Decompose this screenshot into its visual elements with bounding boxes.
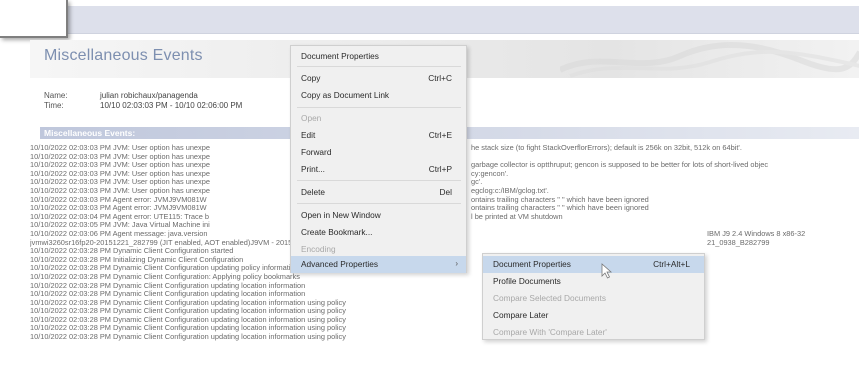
page-title: Miscellaneous Events bbox=[44, 47, 203, 64]
chevron-right-icon: › bbox=[455, 259, 458, 268]
menu-item-label: Profile Documents bbox=[493, 276, 561, 286]
menu-item-label: Edit bbox=[301, 130, 316, 140]
log-line: 10/10/2022 02:03:28 PM Dynamic Client Co… bbox=[30, 298, 346, 307]
submenu-item-compare-selected-documents[interactable]: Compare Selected Documents bbox=[483, 290, 704, 307]
log-line-fragment: he stack size (to fight StackOverflorErr… bbox=[471, 143, 742, 152]
menu-item-label: Compare With 'Compare Later' bbox=[493, 327, 607, 337]
log-line-fragment: l be printed at VM shutdown bbox=[471, 211, 563, 221]
menu-item-delete[interactable]: Delete Del bbox=[291, 184, 466, 201]
submenu-item-compare-later[interactable]: Compare Later bbox=[483, 307, 704, 324]
menu-item-copy-as-document-link[interactable]: Copy as Document Link bbox=[291, 87, 466, 104]
log-line: 10/10/2022 02:03:28 PM Dynamic Client Co… bbox=[30, 315, 346, 324]
menu-item-label: Create Bookmark... bbox=[301, 227, 373, 237]
menu-item-label: Compare Later bbox=[493, 310, 549, 320]
menu-item-shortcut: Ctrl+C bbox=[428, 73, 452, 83]
advanced-properties-submenu: Document Properties Ctrl+Alt+L Profile D… bbox=[482, 253, 705, 340]
time-label: Time: bbox=[44, 101, 64, 110]
menu-item-shortcut: Ctrl+E bbox=[428, 130, 452, 140]
menu-item-open[interactable]: Open bbox=[291, 110, 466, 127]
submenu-item-document-properties[interactable]: Document Properties Ctrl+Alt+L bbox=[483, 256, 704, 273]
menu-item-document-properties[interactable]: Document Properties bbox=[291, 48, 466, 65]
menu-item-label: Forward bbox=[301, 147, 332, 157]
menu-item-advanced-properties[interactable]: Advanced Properties › bbox=[291, 256, 466, 273]
menu-item-label: Copy as Document Link bbox=[301, 90, 390, 100]
menu-separator bbox=[297, 107, 461, 108]
log-line: 10/10/2022 02:03:28 PM Dynamic Client Co… bbox=[30, 281, 306, 290]
menu-item-label: Encoding bbox=[301, 244, 336, 254]
menu-item-copy[interactable]: Copy Ctrl+C bbox=[291, 70, 466, 87]
menu-item-label: Open bbox=[301, 113, 322, 123]
top-toolbar-band bbox=[68, 6, 859, 34]
menu-item-shortcut: Ctrl+Alt+L bbox=[653, 259, 690, 269]
menu-item-label: Copy bbox=[301, 73, 321, 83]
log-line: 10/10/2022 02:03:28 PM Dynamic Client Co… bbox=[30, 272, 300, 281]
menu-item-shortcut: Ctrl+P bbox=[428, 164, 452, 174]
log-line: 10/10/2022 02:03:28 PM Dynamic Client Co… bbox=[30, 324, 346, 333]
log-line-fragment: 21_0938_B282799 bbox=[707, 237, 770, 247]
menu-item-forward[interactable]: Forward bbox=[291, 144, 466, 161]
name-value: julian robichaux/panagenda bbox=[100, 91, 198, 100]
menu-item-label: Delete bbox=[301, 187, 325, 197]
log-line: 10/10/2022 02:03:28 PM Dynamic Client Co… bbox=[30, 307, 346, 316]
menu-separator bbox=[297, 203, 461, 204]
log-line: 10/10/2022 02:03:28 PM Dynamic Client Co… bbox=[30, 290, 306, 299]
section-title: Miscellaneous Events: bbox=[44, 127, 136, 138]
menu-item-label: Document Properties bbox=[493, 259, 571, 269]
submenu-item-profile-documents[interactable]: Profile Documents bbox=[483, 273, 704, 290]
log-line-fragment: garbage collector is optthruput; gencon … bbox=[471, 161, 769, 170]
menu-item-edit[interactable]: Edit Ctrl+E bbox=[291, 127, 466, 144]
time-value: 10/10 02:03:03 PM - 10/10 02:06:00 PM bbox=[100, 101, 243, 110]
title-band-decoration bbox=[560, 41, 859, 78]
submenu-item-compare-with-compare-later[interactable]: Compare With 'Compare Later' bbox=[483, 324, 704, 341]
menu-item-label: Document Properties bbox=[301, 51, 379, 61]
menu-separator bbox=[297, 66, 461, 67]
menu-item-label: Compare Selected Documents bbox=[493, 293, 606, 303]
menu-item-label: Print... bbox=[301, 164, 325, 174]
context-menu: Document Properties Copy Ctrl+C Copy as … bbox=[290, 45, 467, 273]
log-line: 10/10/2022 02:03:28 PM Dynamic Client Co… bbox=[30, 333, 346, 342]
menu-item-label: Advanced Properties bbox=[301, 259, 379, 269]
menu-item-print[interactable]: Print... Ctrl+P bbox=[291, 161, 466, 178]
menu-item-create-bookmark[interactable]: Create Bookmark... bbox=[291, 224, 466, 241]
overlapping-window-corner bbox=[0, 0, 68, 38]
menu-item-label: Open in New Window bbox=[301, 210, 381, 220]
name-label: Name: bbox=[44, 91, 68, 100]
menu-item-open-in-new-window[interactable]: Open in New Window bbox=[291, 207, 466, 224]
menu-separator bbox=[297, 180, 461, 181]
mouse-pointer-icon bbox=[601, 263, 613, 279]
menu-item-shortcut: Del bbox=[439, 187, 452, 197]
